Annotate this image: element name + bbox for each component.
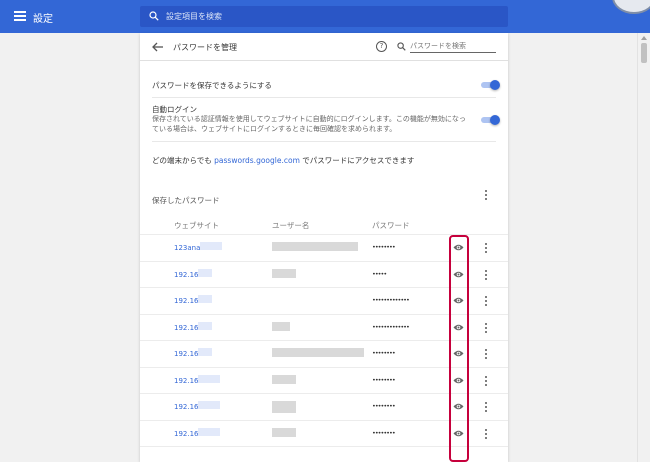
clock-widget-icon xyxy=(612,0,650,14)
redacted-username xyxy=(272,374,296,384)
auto-signin-description: 保存されている認証情報を使用してウェブサイトに自動的にログインします。この機能が… xyxy=(152,115,466,133)
row-password: •••••••• xyxy=(372,243,396,251)
redacted-username xyxy=(272,401,296,413)
redacted-site xyxy=(200,242,222,250)
row-password: •••••••• xyxy=(372,428,396,437)
back-arrow-icon[interactable] xyxy=(152,42,164,52)
redacted-site xyxy=(198,401,220,409)
saved-passwords-title: 保存したパスワード xyxy=(152,196,220,205)
card-title: パスワードを管理 xyxy=(173,43,237,52)
help-icon[interactable]: ? xyxy=(376,41,387,52)
row-more-icon[interactable] xyxy=(484,269,488,282)
saved-passwords-more-icon[interactable] xyxy=(484,190,488,202)
redacted-site xyxy=(198,321,212,330)
row-password: ••••••••••••• xyxy=(372,296,410,304)
row-password: ••••• xyxy=(372,269,387,278)
password-search-icon xyxy=(397,42,406,51)
settings-search-placeholder: 設定項目を検索 xyxy=(166,12,222,21)
app-header: 設定 設定項目を検索 xyxy=(0,0,650,33)
scrollbar[interactable] xyxy=(637,33,650,462)
access-suffix: でパスワードにアクセスできます xyxy=(299,156,415,165)
settings-search-box[interactable]: 設定項目を検索 xyxy=(140,6,508,27)
redacted-site xyxy=(198,427,220,436)
row-more-icon[interactable] xyxy=(484,296,488,308)
scroll-up-icon[interactable] xyxy=(641,36,647,40)
divider xyxy=(152,141,496,142)
column-header-website: ウェブサイト xyxy=(174,221,219,230)
row-more-icon[interactable] xyxy=(484,402,488,414)
auto-signin-toggle[interactable] xyxy=(481,115,500,125)
row-password: •••••••• xyxy=(372,375,396,384)
card-header: パスワードを管理 ? xyxy=(140,33,508,61)
redacted-username xyxy=(272,348,364,357)
redacted-username xyxy=(272,427,296,437)
redacted-username xyxy=(272,321,290,331)
access-prefix: どの端末からでも xyxy=(152,156,215,165)
redacted-site xyxy=(198,348,212,356)
password-manager-card: パスワードを管理 ? パスワードを保存できるようにする 自動ログイン 保存されて… xyxy=(140,33,508,462)
offer-to-save-label: パスワードを保存できるようにする xyxy=(152,81,272,90)
column-header-password: パスワード xyxy=(372,221,410,230)
redacted-username xyxy=(272,268,296,278)
password-search-input[interactable] xyxy=(410,40,496,53)
redacted-site xyxy=(198,268,212,277)
divider xyxy=(152,97,496,98)
column-header-username: ユーザー名 xyxy=(272,221,310,230)
passwords-google-link[interactable]: passwords.google.com xyxy=(214,156,300,165)
row-more-icon[interactable] xyxy=(484,428,488,441)
row-password: ••••••••••••• xyxy=(372,322,410,331)
offer-to-save-toggle[interactable] xyxy=(481,80,500,90)
redacted-site xyxy=(198,374,220,383)
search-icon xyxy=(149,11,159,21)
redacted-username xyxy=(272,242,358,251)
row-more-icon[interactable] xyxy=(484,243,488,255)
row-website[interactable]: 123anal xyxy=(174,244,202,252)
page-title: 設定 xyxy=(33,14,53,25)
scroll-thumb[interactable] xyxy=(641,43,647,63)
menu-icon[interactable] xyxy=(14,11,26,21)
row-password: •••••••• xyxy=(372,349,396,357)
eye-icons-highlight xyxy=(449,235,469,462)
passwords-access-text: どの端末からでも passwords.google.com でパスワードにアクセ… xyxy=(152,155,414,166)
row-more-icon[interactable] xyxy=(484,322,488,335)
row-more-icon[interactable] xyxy=(484,349,488,361)
redacted-site xyxy=(198,295,212,303)
row-password: •••••••• xyxy=(372,402,396,410)
row-more-icon[interactable] xyxy=(484,375,488,388)
